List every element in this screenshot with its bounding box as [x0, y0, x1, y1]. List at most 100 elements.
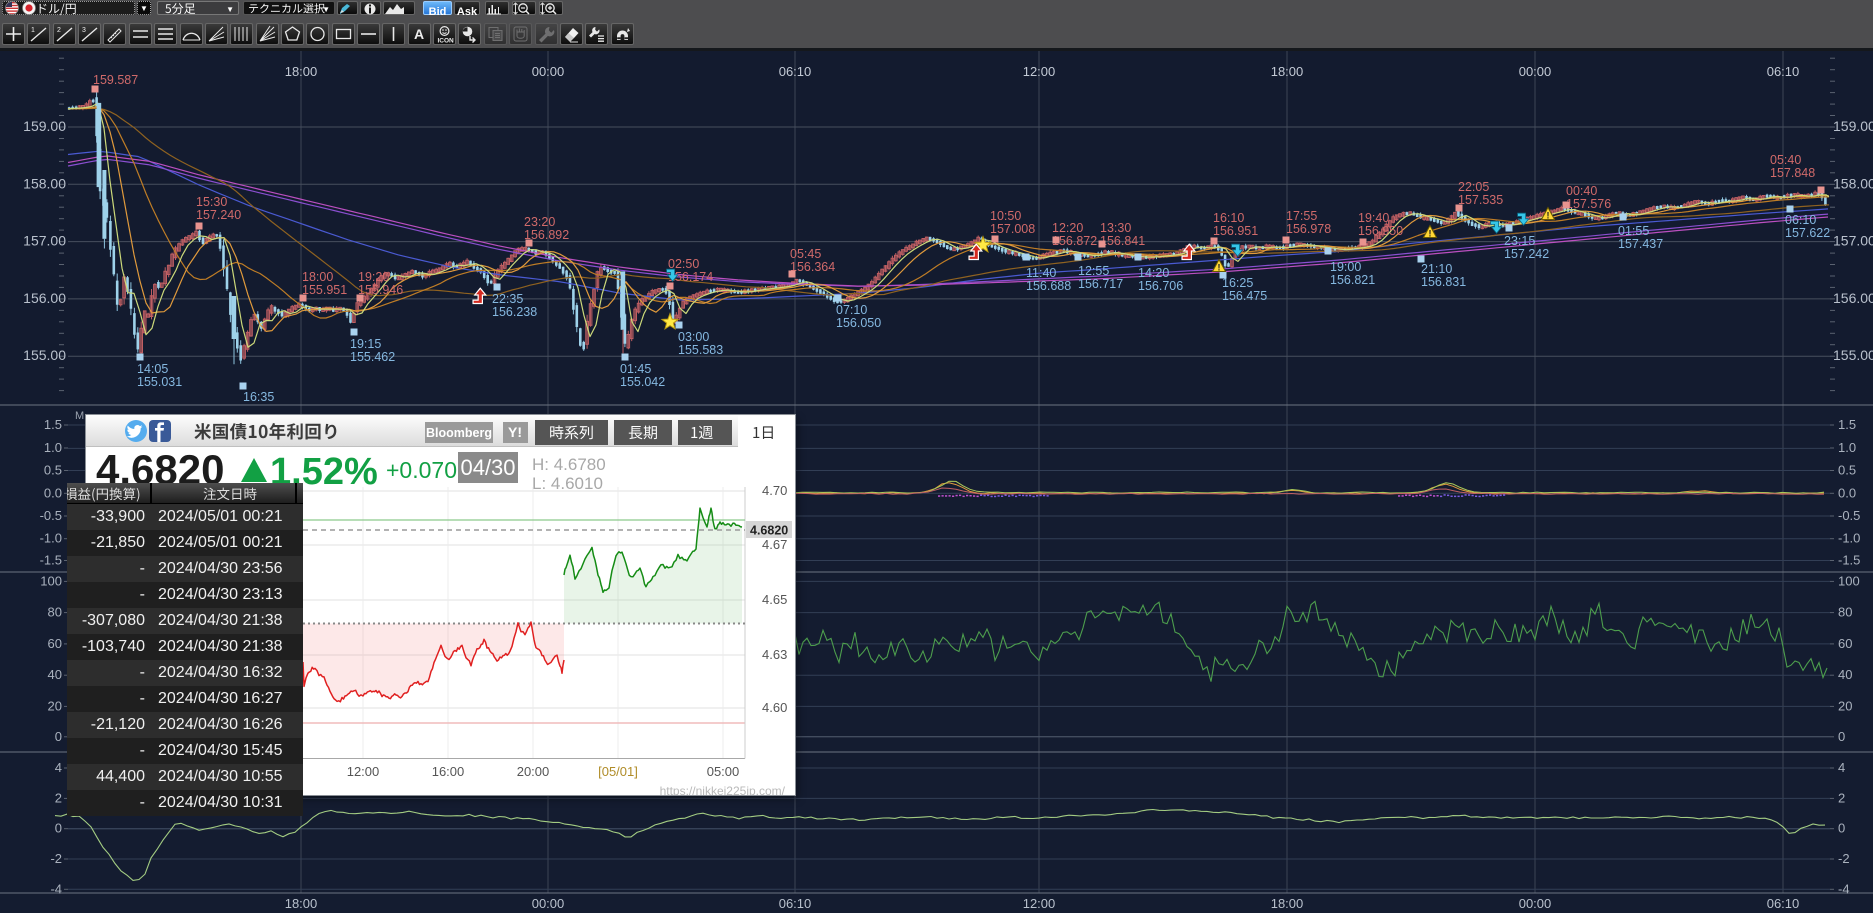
svg-text:4: 4 [55, 760, 62, 775]
svg-text:-0.5: -0.5 [1838, 508, 1860, 523]
svg-text:40: 40 [1838, 667, 1852, 682]
svg-text:80: 80 [48, 605, 62, 620]
svg-text:159.00: 159.00 [23, 118, 66, 134]
svg-text:12:55: 12:55 [1078, 264, 1109, 278]
svg-text:A: A [414, 26, 424, 42]
svg-text:157.242: 157.242 [1504, 247, 1549, 261]
svg-text:155.00: 155.00 [1833, 347, 1873, 363]
svg-text:12:00: 12:00 [1023, 896, 1056, 911]
svg-text:-4: -4 [1838, 881, 1850, 896]
svg-text:156.717: 156.717 [1078, 277, 1123, 291]
svg-text:0: 0 [1838, 821, 1845, 836]
svg-text:06:10: 06:10 [779, 64, 812, 79]
svg-text:4.70: 4.70 [762, 483, 787, 498]
svg-text:0: 0 [55, 729, 62, 744]
svg-text:156.475: 156.475 [1222, 289, 1267, 303]
svg-text:157.437: 157.437 [1618, 237, 1663, 251]
svg-text:Bloomberg: Bloomberg [426, 426, 492, 440]
svg-text:-2: -2 [1838, 851, 1850, 866]
svg-text:Y!: Y! [508, 424, 522, 440]
svg-text:01:55: 01:55 [1618, 224, 1649, 238]
svg-text:155.042: 155.042 [620, 375, 665, 389]
svg-text:https://nikkei225jp.com/: https://nikkei225jp.com/ [660, 784, 786, 795]
svg-text:06:10: 06:10 [779, 896, 812, 911]
svg-text:157.535: 157.535 [1458, 193, 1503, 207]
svg-text:21:10: 21:10 [1421, 262, 1452, 276]
svg-text:158.00: 158.00 [23, 175, 66, 191]
svg-text:06:10: 06:10 [1767, 896, 1800, 911]
svg-text:L: 4.6010: L: 4.6010 [532, 474, 603, 493]
svg-text:1: 1 [31, 27, 35, 34]
svg-text:60: 60 [48, 636, 62, 651]
svg-text:10:50: 10:50 [990, 209, 1021, 223]
svg-text:3: 3 [82, 27, 86, 34]
svg-text:40: 40 [48, 667, 62, 682]
svg-text:157.240: 157.240 [196, 208, 241, 222]
svg-text:155.583: 155.583 [678, 343, 723, 357]
svg-text:16:00: 16:00 [432, 764, 465, 779]
svg-text:23:20: 23:20 [524, 215, 555, 229]
svg-text:ICON: ICON [438, 38, 455, 45]
svg-text:07:10: 07:10 [836, 303, 867, 317]
svg-text:0: 0 [1838, 729, 1845, 744]
svg-text:-1.5: -1.5 [1838, 553, 1860, 568]
svg-text:-1.0: -1.0 [40, 531, 62, 546]
svg-text:22:05: 22:05 [1458, 180, 1489, 194]
svg-text:1.5: 1.5 [44, 417, 62, 432]
svg-text:4.67: 4.67 [762, 537, 787, 552]
svg-text:155.00: 155.00 [23, 347, 66, 363]
svg-text:H: 4.6780: H: 4.6780 [532, 455, 606, 474]
svg-text:4.65: 4.65 [762, 592, 787, 607]
svg-text:!: ! [1547, 211, 1550, 221]
svg-text:00:00: 00:00 [532, 896, 565, 911]
svg-text:156.00: 156.00 [23, 290, 66, 306]
svg-text:23:15: 23:15 [1504, 234, 1535, 248]
svg-text:00:00: 00:00 [1519, 896, 1552, 911]
svg-text:156.821: 156.821 [1330, 273, 1375, 287]
svg-text:18:00: 18:00 [285, 896, 318, 911]
svg-text:0.5: 0.5 [1838, 463, 1856, 478]
svg-text:157.622: 157.622 [1785, 226, 1830, 240]
svg-text:15:30: 15:30 [196, 195, 227, 209]
svg-text:14:05: 14:05 [137, 362, 168, 376]
svg-text:-0.5: -0.5 [40, 508, 62, 523]
svg-text:156.950: 156.950 [1358, 224, 1403, 238]
svg-text:4.60: 4.60 [762, 700, 787, 715]
svg-text:19:15: 19:15 [350, 337, 381, 351]
svg-text:2: 2 [55, 790, 62, 805]
svg-text:18:00: 18:00 [1271, 64, 1304, 79]
svg-text:156.050: 156.050 [836, 316, 881, 330]
svg-text:80: 80 [1838, 605, 1852, 620]
svg-text:156.00: 156.00 [1833, 290, 1873, 306]
svg-text:05:40: 05:40 [1770, 153, 1801, 167]
svg-text:00:00: 00:00 [532, 64, 565, 79]
svg-text:06:10: 06:10 [1767, 64, 1800, 79]
svg-text:2: 2 [1838, 790, 1845, 805]
svg-text:1.5: 1.5 [1838, 417, 1856, 432]
svg-text:159.00: 159.00 [1833, 118, 1873, 134]
svg-text:1.0: 1.0 [44, 440, 62, 455]
svg-text:155.946: 155.946 [358, 283, 403, 297]
svg-text:17:55: 17:55 [1286, 209, 1317, 223]
svg-text:0.0: 0.0 [1838, 485, 1856, 500]
svg-text:19:00: 19:00 [1330, 260, 1361, 274]
svg-text:1.0: 1.0 [1838, 440, 1856, 455]
svg-text:156.238: 156.238 [492, 305, 537, 319]
svg-text:04/30: 04/30 [460, 455, 515, 480]
svg-text:-1.5: -1.5 [40, 553, 62, 568]
svg-text:-4: -4 [50, 881, 62, 896]
svg-text:19:20: 19:20 [358, 270, 389, 284]
svg-text:01:45: 01:45 [620, 362, 651, 376]
svg-text:16:35: 16:35 [243, 390, 274, 404]
svg-text:156.978: 156.978 [1286, 222, 1331, 236]
svg-text:155.462: 155.462 [350, 350, 395, 364]
svg-text:159.587: 159.587 [93, 73, 138, 87]
svg-text:05:00: 05:00 [707, 764, 740, 779]
svg-text:157.008: 157.008 [990, 222, 1035, 236]
svg-text:157.00: 157.00 [23, 233, 66, 249]
svg-text:05:45: 05:45 [790, 247, 821, 261]
svg-text:11:40: 11:40 [1026, 266, 1056, 280]
svg-text:!: ! [1429, 229, 1432, 239]
svg-text:16:25: 16:25 [1222, 276, 1253, 290]
svg-text:[05/01]: [05/01] [598, 764, 638, 779]
